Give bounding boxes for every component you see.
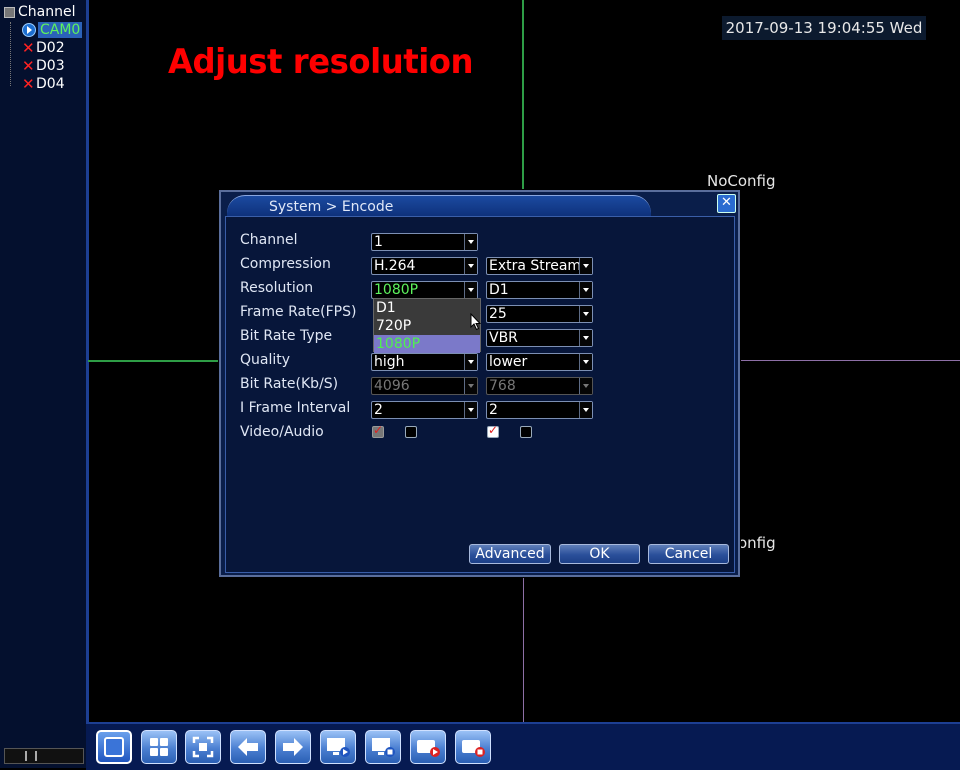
iframe-select[interactable]: 2 — [371, 401, 478, 419]
extra-iframe-select[interactable]: 2 — [486, 401, 593, 419]
preview-play-icon[interactable] — [320, 730, 356, 764]
quality-label: Quality — [240, 352, 291, 368]
channel-item-label: D02 — [36, 40, 65, 56]
dialog-body: Channel Compression Resolution Frame Rat… — [225, 216, 735, 573]
bit-rate-select: 4096 — [371, 377, 478, 395]
compression-select-value: H.264 — [374, 258, 416, 274]
quality-select-value: high — [374, 354, 405, 370]
channel-select-value: 1 — [374, 234, 383, 250]
noconfig-label: NoConfig — [707, 172, 776, 190]
dialog-title: System > Encode — [269, 199, 394, 215]
record-play-icon[interactable] — [410, 730, 446, 764]
bit-rate-label: Bit Rate(Kb/S) — [240, 376, 339, 392]
channel-offline-icon: ✕ — [22, 57, 35, 75]
advanced-button[interactable]: Advanced — [469, 544, 551, 564]
channel-online-icon — [22, 23, 36, 37]
channel-item-label: D03 — [36, 58, 65, 74]
chevron-down-icon[interactable] — [579, 306, 592, 322]
fullscreen-icon[interactable] — [185, 730, 221, 764]
extra-quality-value: lower — [489, 354, 528, 370]
extra-frame-rate-select[interactable]: 25 — [486, 305, 593, 323]
extra-bit-rate-value: 768 — [489, 378, 516, 394]
datetime-display: 2017-09-13 19:04:55 Wed — [722, 16, 926, 40]
mouse-cursor-icon — [470, 313, 482, 331]
record-stop-icon[interactable] — [455, 730, 491, 764]
overlay-title: Adjust resolution — [168, 42, 474, 82]
main-audio-checkbox[interactable] — [405, 426, 417, 438]
resolution-option-1080p[interactable]: 1080P — [374, 335, 480, 353]
channel-label: Channel — [240, 232, 298, 248]
channel-item-label: CAM0 — [38, 22, 83, 38]
bit-rate-type-label: Bit Rate Type — [240, 328, 333, 344]
channel-tree-root[interactable]: Channel — [4, 4, 75, 20]
channel-item-d02[interactable]: ✕ D02 — [22, 40, 65, 56]
extra-resolution-select[interactable]: D1 — [486, 281, 593, 299]
close-icon[interactable]: ✕ — [717, 194, 736, 213]
extra-bit-rate-type-value: VBR — [489, 330, 518, 346]
chevron-down-icon[interactable] — [579, 282, 592, 298]
quad-view-icon[interactable] — [141, 730, 177, 764]
extra-bit-rate-select: 768 — [486, 377, 593, 395]
frame-rate-label: Frame Rate(FPS) — [240, 304, 357, 320]
channel-offline-icon: ✕ — [22, 75, 35, 93]
collapse-box-icon[interactable] — [4, 6, 15, 18]
resolution-select[interactable]: 1080P — [371, 281, 478, 299]
resolution-label: Resolution — [240, 280, 314, 296]
channel-select[interactable]: 1 — [371, 233, 478, 251]
resolution-select-value: 1080P — [374, 282, 419, 298]
single-view-icon[interactable] — [96, 730, 132, 764]
sidebar-scrollbar[interactable] — [4, 748, 84, 764]
extra-quality-select[interactable]: lower — [486, 353, 593, 371]
channel-item-d03[interactable]: ✕ D03 — [22, 58, 65, 74]
channel-item-label: D04 — [36, 76, 65, 92]
compression-label: Compression — [240, 256, 331, 272]
extra-frame-rate-value: 25 — [489, 306, 507, 322]
bottom-toolbar — [86, 722, 960, 770]
extra-resolution-value: D1 — [489, 282, 509, 298]
chevron-down-icon[interactable] — [464, 402, 477, 418]
previous-icon[interactable] — [230, 730, 266, 764]
chevron-down-icon[interactable] — [464, 354, 477, 370]
extra-iframe-value: 2 — [489, 402, 498, 418]
extra-audio-checkbox[interactable] — [520, 426, 532, 438]
resolution-option-d1[interactable]: D1 — [374, 299, 480, 317]
channel-item-cam0[interactable]: CAM0 — [22, 22, 83, 38]
chevron-down-icon — [579, 378, 592, 394]
resolution-dropdown-list: D1 720P 1080P — [373, 298, 481, 353]
compression-select[interactable]: H.264 — [371, 257, 478, 275]
chevron-down-icon[interactable] — [464, 282, 477, 298]
stream-type-value: Extra Stream — [489, 258, 582, 274]
quality-select[interactable]: high — [371, 353, 478, 371]
video-audio-label: Video/Audio — [240, 424, 324, 440]
next-icon[interactable] — [275, 730, 311, 764]
encode-dialog: System > Encode ✕ Channel Compression Re… — [219, 190, 740, 577]
chevron-down-icon — [464, 378, 477, 394]
chevron-down-icon[interactable] — [579, 258, 592, 274]
resolution-option-720p[interactable]: 720P — [374, 317, 480, 335]
extra-bit-rate-type-select[interactable]: VBR — [486, 329, 593, 347]
extra-video-checkbox[interactable] — [487, 423, 499, 438]
channel-item-d04[interactable]: ✕ D04 — [22, 76, 65, 92]
channel-sidebar: Channel CAM0 ✕ D02 ✕ D03 ✕ D04 — [0, 0, 88, 768]
chevron-down-icon[interactable] — [579, 354, 592, 370]
noconfig-label: onfig — [738, 534, 776, 552]
iframe-select-value: 2 — [374, 402, 383, 418]
chevron-down-icon[interactable] — [464, 234, 477, 250]
preview-stop-icon[interactable] — [365, 730, 401, 764]
ok-button[interactable]: OK — [559, 544, 640, 564]
bit-rate-select-value: 4096 — [374, 378, 410, 394]
dialog-title-tab: System > Encode — [227, 195, 651, 218]
cancel-button[interactable]: Cancel — [648, 544, 729, 564]
main-video-checkbox[interactable] — [372, 423, 384, 438]
chevron-down-icon[interactable] — [579, 330, 592, 346]
channel-offline-icon: ✕ — [22, 39, 35, 57]
stream-type-select[interactable]: Extra Stream — [486, 257, 593, 275]
iframe-interval-label: I Frame Interval — [240, 400, 351, 416]
chevron-down-icon[interactable] — [464, 258, 477, 274]
tree-connector — [10, 22, 11, 86]
scroll-thumb[interactable] — [25, 751, 37, 761]
channel-root-label: Channel — [18, 4, 76, 20]
chevron-down-icon[interactable] — [579, 402, 592, 418]
